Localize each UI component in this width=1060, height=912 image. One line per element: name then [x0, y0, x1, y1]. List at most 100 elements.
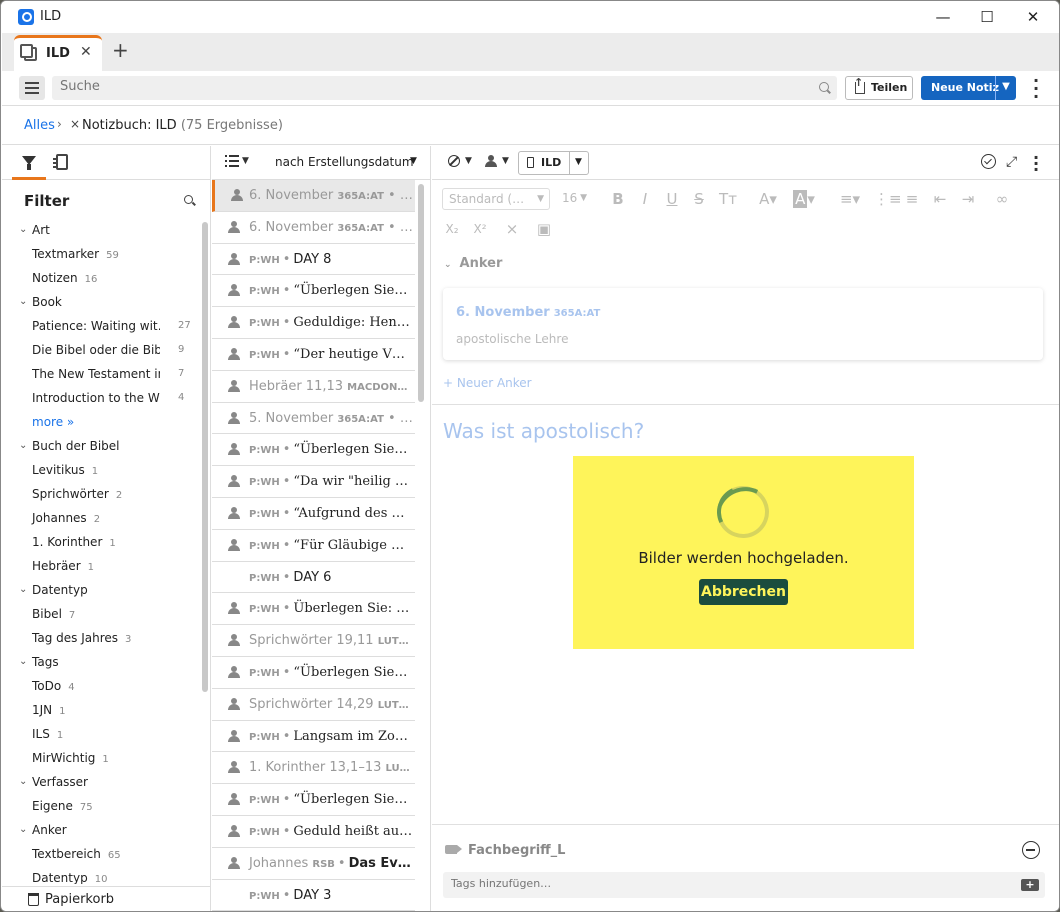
filter-search-icon[interactable] [184, 195, 193, 204]
search-box[interactable] [52, 76, 837, 100]
maximize-button[interactable]: ☐ [975, 6, 999, 28]
filter-item[interactable]: Introduction to the Wh… 4 [2, 386, 202, 410]
note-list-item[interactable]: P:WH • “Aufgrund des … [212, 498, 415, 530]
note-list-item[interactable]: P:WH • DAY 3 [212, 880, 415, 911]
close-window-button[interactable]: ✕ [1021, 6, 1045, 28]
outdent-icon[interactable]: ⇤ [930, 188, 950, 210]
filter-item[interactable]: Bibel 7 [2, 602, 202, 626]
filter-group[interactable]: ⌄ Buch der Bibel [2, 434, 202, 458]
share-button[interactable]: Teilen [845, 76, 913, 100]
tab-ild[interactable]: ILD ✕ [14, 35, 102, 71]
tab-filter[interactable] [12, 146, 46, 180]
filter-group[interactable]: ⌄ Tags [2, 650, 202, 674]
chevron-down-icon[interactable]: ▼ [465, 156, 472, 166]
add-tab-button[interactable]: + [112, 38, 129, 62]
cancel-upload-button[interactable]: Abbrechen [699, 579, 788, 605]
filter-group[interactable]: ⌄ Book [2, 290, 202, 314]
filter-item[interactable]: ILS 1 [2, 722, 202, 746]
minimize-button[interactable]: — [931, 6, 955, 28]
filter-group[interactable]: ⌄ Verfasser [2, 770, 202, 794]
chevron-down-icon[interactable]: ▼ [242, 156, 249, 166]
note-list-item[interactable]: P:WH • DAY 6 [212, 562, 415, 594]
filter-item[interactable]: Hebräer 1 [2, 554, 202, 578]
note-list-item[interactable]: Sprichwörter 19,11 LUT… [212, 625, 415, 657]
note-list-item[interactable]: Sprichwörter 14,29 LUT… [212, 689, 415, 721]
more-options-icon[interactable]: · · · [1032, 150, 1040, 178]
note-list-item[interactable]: 5. November 365A:AT • … [212, 403, 415, 435]
remove-filter-icon[interactable]: × [70, 117, 80, 131]
search-input[interactable] [60, 79, 800, 94]
insert-image-icon[interactable]: ▣ [534, 218, 554, 240]
underline-icon[interactable]: U [662, 188, 682, 210]
filter-item[interactable]: Eigene 75 [2, 794, 202, 818]
clear-format-icon[interactable]: ⨯ [502, 218, 522, 240]
new-note-dropdown-icon[interactable]: ▼ [995, 76, 1016, 100]
chevron-down-icon[interactable]: ▼ [410, 156, 417, 166]
note-list-item[interactable]: 1. Korinther 13,1–13 LU… [212, 752, 415, 785]
sort-select[interactable]: nach Erstellungsdatum [275, 155, 414, 169]
filter-item[interactable]: Notizen 16 [2, 266, 202, 290]
note-list-scrollbar[interactable] [418, 184, 424, 402]
filter-item[interactable]: Textbereich 65 [2, 842, 202, 866]
filter-group[interactable]: ⌄ Datentyp [2, 578, 202, 602]
filter-more-link[interactable]: more » [2, 410, 202, 434]
font-size-select[interactable]: 16 ▼ [556, 188, 592, 210]
filter-item[interactable]: MirWichtig 1 [2, 746, 202, 770]
no-access-icon[interactable] [448, 155, 460, 167]
anchor-card[interactable]: 6. November 365A:AT apostolische Lehre [443, 288, 1043, 360]
tag-chip[interactable]: Fachbegriff_L [468, 843, 565, 858]
numbered-list-icon[interactable]: ≡ [902, 188, 922, 210]
new-anchor-link[interactable]: + Neuer Anker [443, 376, 532, 390]
chevron-down-icon[interactable]: ▼ [575, 157, 582, 167]
note-list-item[interactable]: 6. November 365A:AT • … [212, 180, 415, 212]
paragraph-style-select[interactable]: Standard (… ▼ [442, 188, 550, 210]
highlight-color-icon[interactable]: A ▾ [788, 188, 820, 210]
note-list-item[interactable]: P:WH • Geduld heißt au… [212, 816, 415, 848]
indent-icon[interactable]: ⇥ [958, 188, 978, 210]
note-list-item[interactable]: Johannes RSB • Das Ev… [212, 848, 415, 880]
note-list-item[interactable]: P:WH • “Der heutige V… [212, 339, 415, 371]
chevron-down-icon[interactable]: ⌄ [19, 770, 27, 794]
chevron-down-icon[interactable]: ▼ [502, 156, 509, 166]
note-list-item[interactable]: 6. November 365A:AT • … [212, 212, 415, 244]
bold-icon[interactable]: B [608, 188, 628, 210]
tag-input[interactable] [451, 877, 1011, 890]
note-list-item[interactable]: P:WH • “Überlegen Sie… [212, 784, 415, 816]
more-options-icon[interactable]: · · · [1032, 73, 1040, 105]
italic-icon[interactable]: I [635, 188, 655, 210]
filter-item[interactable]: Johannes 2 [2, 506, 202, 530]
note-list-item[interactable]: P:WH • “Da wir "heilig … [212, 466, 415, 498]
align-icon[interactable]: ≡▾ [834, 188, 866, 210]
trash-item[interactable]: Papierkorb [2, 886, 211, 911]
anchor-section-heading[interactable]: ⌄ Anker [444, 256, 502, 271]
filter-item[interactable]: Tag des Jahres 3 [2, 626, 202, 650]
chevron-down-icon[interactable]: ⌄ [19, 578, 27, 602]
superscript-icon[interactable]: X² [470, 218, 490, 240]
note-list-item[interactable]: P:WH • Überlegen Sie: … [212, 593, 415, 626]
note-list-item[interactable]: P:WH • “Überlegen Sie… [212, 657, 415, 689]
expand-icon[interactable]: ⤢ [1006, 154, 1017, 170]
note-title[interactable]: Was ist apostolisch? [443, 419, 644, 443]
breadcrumb-all-link[interactable]: Alles [24, 118, 55, 133]
filter-item[interactable]: ToDo 4 [2, 674, 202, 698]
filter-item[interactable]: Patience: Waiting wit… 27 [2, 314, 202, 338]
link-icon[interactable]: ∞ [992, 188, 1012, 210]
note-list-item[interactable]: P:WH • DAY 8 [212, 244, 415, 276]
close-tab-icon[interactable]: ✕ [80, 44, 92, 60]
chevron-down-icon[interactable]: ⌄ [19, 290, 27, 314]
bullet-list-icon[interactable]: ⋮≡ [874, 188, 902, 210]
filter-item[interactable]: The New Testament in … 7 [2, 362, 202, 386]
font-color-icon[interactable]: A▾ [752, 188, 784, 210]
new-note-button[interactable]: Neue Notiz ▼ [921, 76, 1016, 100]
strikethrough-icon[interactable]: S [689, 188, 709, 210]
note-list-item[interactable]: P:WH • “Überlegen Sie… [212, 275, 415, 308]
note-list-item[interactable]: P:WH • “Für Gläubige … [212, 530, 415, 562]
chevron-down-icon[interactable]: ⌄ [19, 218, 27, 242]
list-view-icon[interactable] [225, 155, 239, 167]
remove-tag-icon[interactable] [1022, 841, 1040, 859]
filter-item[interactable]: Textmarker 59 [2, 242, 202, 266]
check-circle-icon[interactable] [981, 154, 996, 169]
filter-item[interactable]: Levitikus 1 [2, 458, 202, 482]
note-list-item[interactable]: Hebräer 11,13 MACDON… [212, 371, 415, 403]
search-icon[interactable] [819, 82, 829, 92]
